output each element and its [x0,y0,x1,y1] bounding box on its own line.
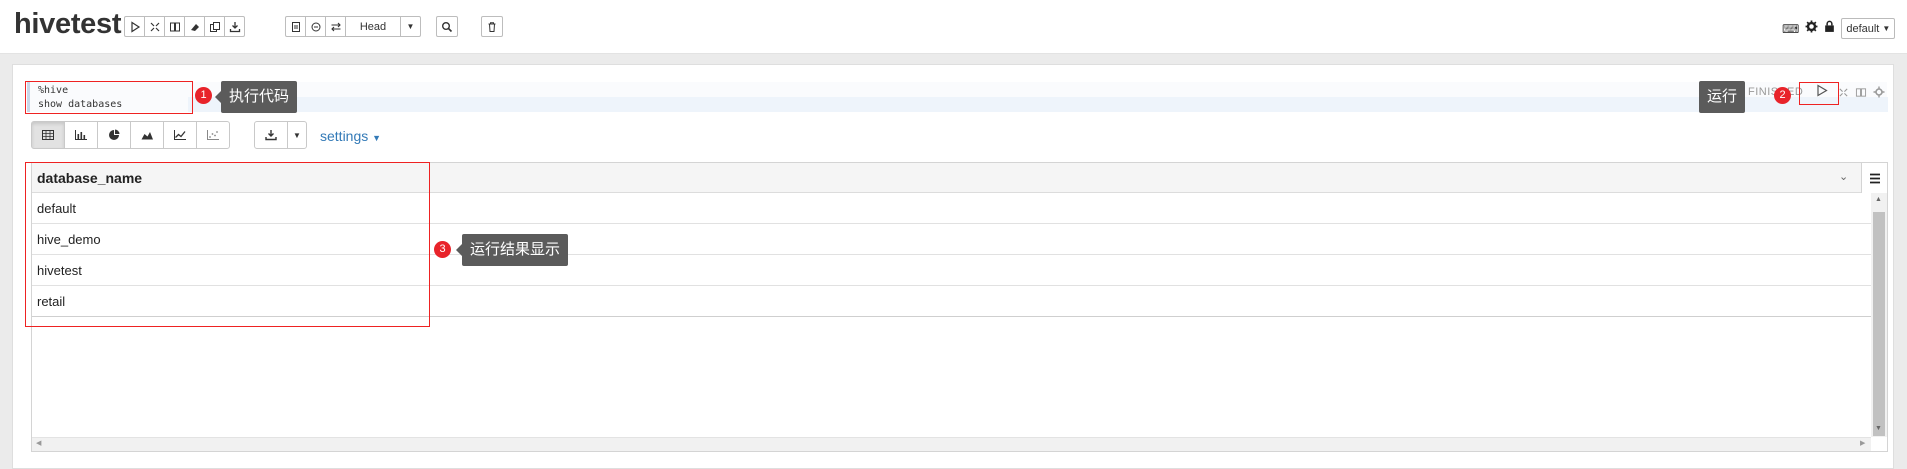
head-dropdown-button[interactable]: ▼ [400,16,421,37]
interpreter-binding-dropdown[interactable]: default ▼ [1841,18,1896,39]
header-right-controls: ⌨ default ▼ [1782,18,1896,39]
pie-chart-icon [109,129,120,140]
download-dropdown-button[interactable]: ▼ [287,121,307,149]
export-icon[interactable] [224,16,245,37]
annotation-tooltip-result: 运行结果显示 [455,234,569,266]
table-view-button[interactable] [31,121,65,149]
hide-editor-icon[interactable] [1838,85,1849,103]
run-all-icon[interactable] [124,16,145,37]
scroll-down-arrow-icon[interactable]: ▼ [1875,425,1882,432]
swap-icon[interactable] [325,16,346,37]
notebook-action-group [124,16,245,37]
clone-icon[interactable] [204,16,225,37]
annotation-box-run [1799,82,1839,105]
grid-menu-button[interactable] [1861,163,1887,193]
download-icon [265,130,277,141]
area-chart-icon [141,132,153,140]
line-chart-icon [174,130,186,140]
scroll-up-arrow-icon[interactable]: ▲ [1875,196,1882,203]
paragraph-settings-icon[interactable] [1873,85,1885,103]
scatter-chart-button[interactable] [196,121,230,149]
caret-down-icon: ▼ [372,133,382,143]
horizontal-scrollbar[interactable] [32,437,1871,451]
line-chart-button[interactable] [163,121,197,149]
code-toggle-group: Head ▼ [285,16,421,37]
caret-down-icon: ▼ [293,130,301,140]
settings-toggle[interactable]: settings ▼ [320,128,381,144]
revision-icon[interactable] [305,16,326,37]
annotation-badge-3: 3 [434,241,451,258]
notebook-title[interactable]: hivetest [14,6,122,42]
scroll-right-arrow-icon[interactable]: ▶ [1860,439,1865,447]
visualization-button-group [31,121,230,149]
delete-notebook-button[interactable] [481,16,503,37]
caret-down-icon: ▼ [1882,24,1891,33]
vertical-scrollbar-thumb[interactable] [1873,212,1885,436]
hamburger-icon [1869,173,1880,183]
column-menu-chevron-icon[interactable]: ⌄ [1839,170,1848,183]
scatter-chart-icon [207,130,219,140]
download-button[interactable] [254,121,288,149]
download-button-group: ▼ [254,121,307,149]
hide-code-icon[interactable] [144,16,165,37]
annotation-tooltip-code: 执行代码 [214,81,298,113]
bar-chart-icon [75,130,87,140]
clear-output-icon[interactable] [184,16,205,37]
annotation-tooltip-run: 运行 [1699,81,1746,113]
table-icon [42,130,54,140]
active-line-highlight [188,97,1888,112]
trash-icon[interactable] [481,16,503,37]
search-button[interactable] [436,16,458,37]
pie-chart-button[interactable] [97,121,131,149]
keyboard-icon[interactable]: ⌨ [1782,22,1799,36]
caret-down-icon: ▼ [406,22,415,31]
area-chart-button[interactable] [130,121,164,149]
bar-chart-button[interactable] [64,121,98,149]
show-output-icon[interactable] [164,16,185,37]
search-icon[interactable] [436,16,458,37]
annotation-box-result [25,162,430,327]
annotation-badge-1: 1 [195,87,212,104]
head-revision-button[interactable]: Head [345,16,401,37]
scroll-left-arrow-icon[interactable]: ◀ [36,439,41,447]
interpreter-binding-label: default [1846,22,1880,35]
gear-icon[interactable] [1805,20,1818,38]
settings-label: settings [320,128,369,144]
annotation-badge-2: 2 [1774,87,1791,104]
code-icon[interactable] [285,16,306,37]
lock-icon[interactable] [1824,20,1835,38]
show-table-icon[interactable] [1855,85,1867,103]
annotation-box-code [25,81,193,114]
